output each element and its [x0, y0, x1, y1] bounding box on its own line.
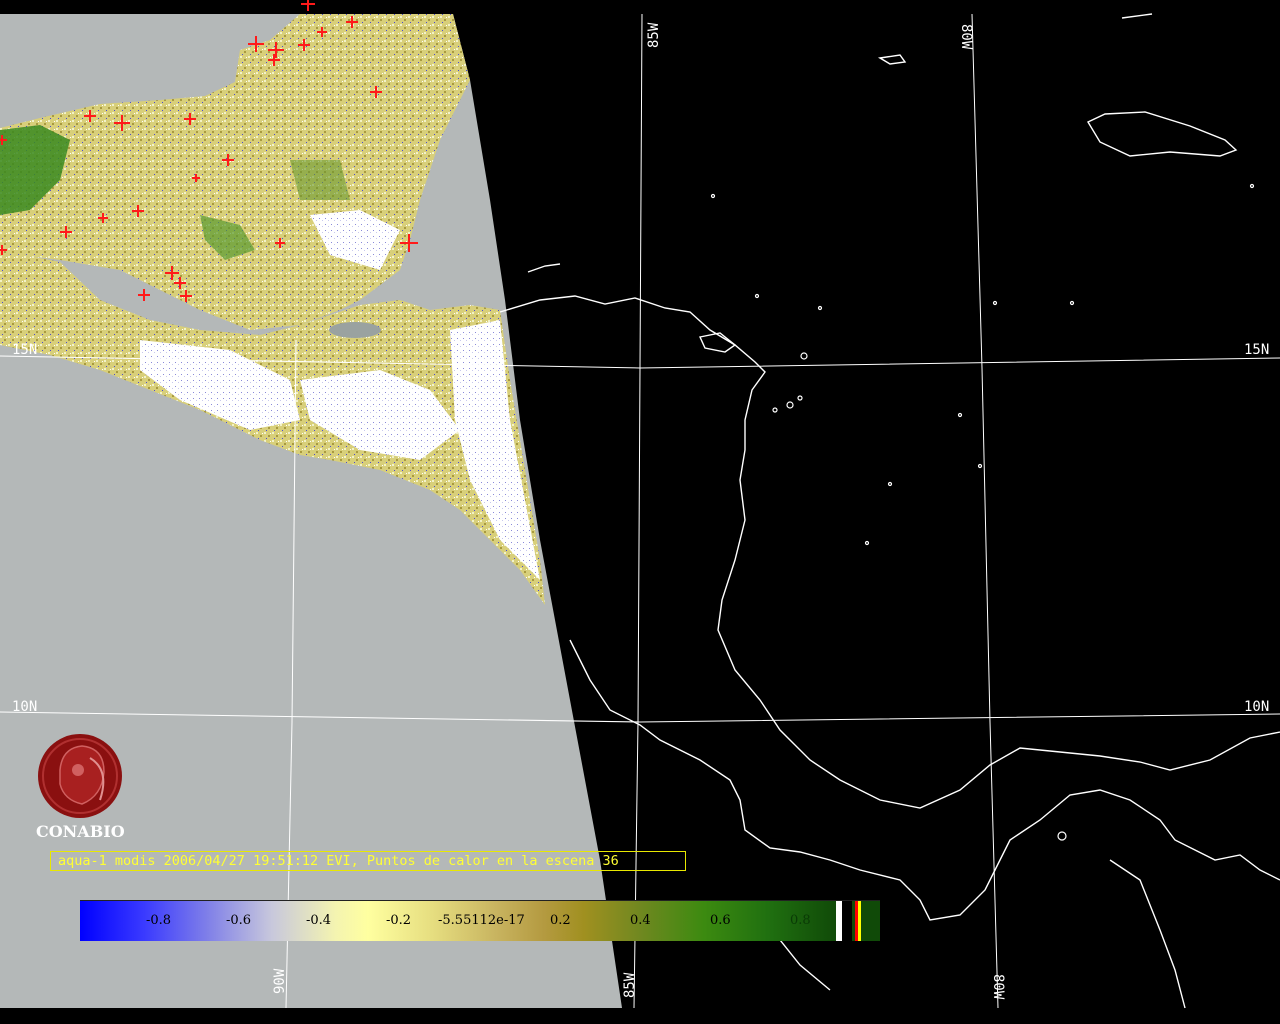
conabio-logo-icon — [38, 734, 122, 818]
colorbar-tick: -0.6 — [226, 913, 252, 928]
colorbar-tick: 0.6 — [710, 913, 731, 928]
scene-caption: aqua-1 modis 2006/04/27 19:51:12 EVI, Pu… — [50, 851, 686, 871]
lon-label-90w-bottom: 90W — [272, 968, 288, 994]
lat-label-10n-right: 10N — [1244, 699, 1269, 715]
colorbar-tick: 0.8 — [790, 913, 811, 928]
lon-label-80w-top: 80W — [958, 24, 974, 50]
colorbar-tick: -0.2 — [386, 913, 412, 928]
colorbar-tick: -0.8 — [146, 913, 172, 928]
lake-izabal — [329, 322, 381, 338]
conabio-logo-text: CONABIO — [36, 822, 125, 841]
lat-label-10n-left: 10N — [12, 699, 37, 715]
lon-label-85w-bottom: 85W — [622, 972, 638, 998]
colorbar-tick: 0.4 — [630, 913, 651, 928]
lon-label-80w-bottom: 80W — [990, 974, 1006, 1000]
dense-vegetation — [290, 160, 350, 200]
colorbar-swatch-green — [861, 901, 880, 941]
lat-label-15n-right: 15N — [1244, 342, 1269, 358]
lon-label-85w-top: 85W — [646, 22, 662, 48]
evi-colorbar: -0.8 -0.6 -0.4 -0.2 -5.55112e-17 0.2 0.4… — [80, 900, 880, 941]
colorbar-tick: 0.2 — [550, 913, 571, 928]
colorbar-swatch-black — [842, 901, 852, 941]
colorbar-tick: -0.4 — [306, 913, 332, 928]
lat-label-15n-left: 15N — [12, 342, 37, 358]
colorbar-tick: -5.55112e-17 — [438, 913, 525, 928]
